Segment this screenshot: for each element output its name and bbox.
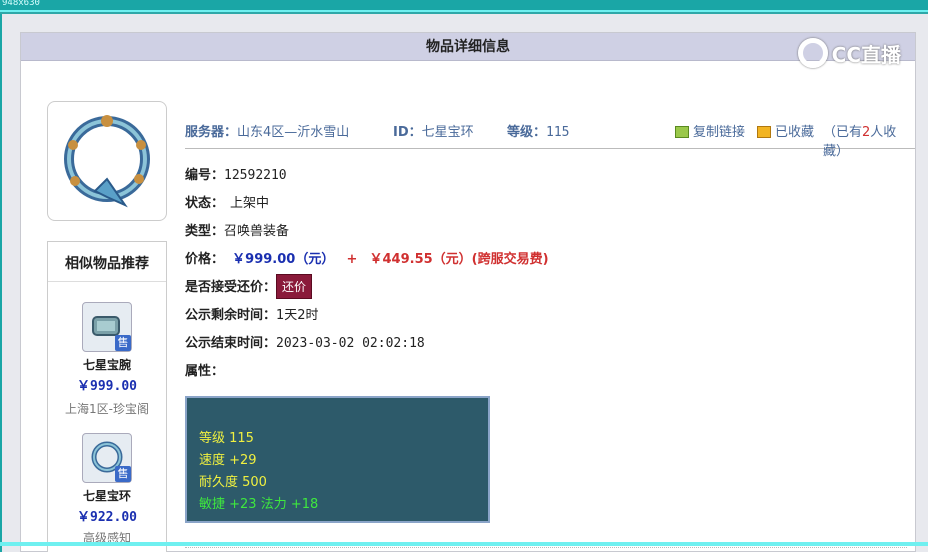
attr-level: 等级 115 xyxy=(199,431,254,446)
status-row: 状态： 上架中 xyxy=(185,192,269,211)
attr-durability: 耐久度 500 xyxy=(199,475,267,490)
end-time-row: 公示结束时间：2023-03-02 02:02:18 xyxy=(185,332,425,351)
favorite-button[interactable]: 已收藏 xyxy=(757,121,814,140)
price-value: ￥999.00（元） xyxy=(232,252,335,267)
type-row: 类型：召唤兽装备 xyxy=(185,220,289,239)
bargain-button[interactable]: 还价 xyxy=(276,274,313,299)
type-label: 类型： xyxy=(185,224,225,239)
server-label: 服务器： xyxy=(185,125,238,140)
status-label: 状态： xyxy=(185,196,225,211)
server-info: 服务器：山东4区—沂水雪山 xyxy=(185,121,349,140)
top-bar: 948x630 xyxy=(0,0,928,12)
remaining-label: 公示剩余时间： xyxy=(185,308,277,323)
price-label: 价格： xyxy=(185,252,225,267)
price-row: 价格： ￥999.00（元） + ￥449.55（元）(跨服交易费) xyxy=(185,248,549,267)
remaining-time-row: 公示剩余时间：1天2时 xyxy=(185,304,319,323)
ring-thumb[interactable]: 售 xyxy=(82,433,132,483)
remaining-value: 1天2时 xyxy=(276,308,319,323)
number-label: 编号： xyxy=(185,168,225,183)
attributes-row: 属性： xyxy=(185,360,224,379)
recommendation-name[interactable]: 七星宝腕 xyxy=(48,356,166,373)
favorite-count: （已有2人收藏） xyxy=(823,121,915,159)
logo-ring-icon xyxy=(797,38,828,68)
price-plus: + xyxy=(346,252,358,267)
copy-link-icon xyxy=(675,126,689,138)
attributes-box: 等级 115 速度 +29 耐久度 500 敏捷 +23 法力 +18 xyxy=(185,396,490,523)
end-time-label: 公示结束时间： xyxy=(185,336,277,351)
fav-count-pre: （已有 xyxy=(823,125,863,140)
level-info: 等级：115 xyxy=(507,121,570,140)
level-value: 115 xyxy=(546,125,570,140)
recommendation-name[interactable]: 七星宝环 xyxy=(48,487,166,504)
recommendation-server: 上海1区-珍宝阁 xyxy=(65,402,149,416)
recommendation-item[interactable]: 售 七星宝环 ￥922.00 高级感知 xyxy=(48,433,166,546)
page-frame: 物品详细信息 CC直播 相似物品推荐 售 七星宝腕 ￥999.00 上海1区-珍… xyxy=(0,14,928,552)
item-header-info: 服务器：山东4区—沂水雪山 ID：七星宝环 等级：115 复制链接 已收藏 （已… xyxy=(185,111,915,159)
item-detail-panel: 物品详细信息 CC直播 相似物品推荐 售 七星宝腕 ￥999.00 上海1区-珍… xyxy=(20,32,916,552)
id-label: ID： xyxy=(393,125,422,140)
attr-speed: 速度 +29 xyxy=(199,453,257,468)
cross-server-fee: ￥449.55（元）(跨服交易费) xyxy=(369,252,549,267)
copy-link-button[interactable]: 复制链接 xyxy=(675,121,745,140)
id-value: 七星宝环 xyxy=(421,125,474,140)
for-sale-badge: 售 xyxy=(115,335,131,351)
attributes-label: 属性： xyxy=(185,364,225,379)
attr-agility-mana: 敏捷 +23 法力 +18 xyxy=(199,497,319,512)
favorite-label: 已收藏 xyxy=(775,125,815,140)
ring-item-icon xyxy=(64,115,150,208)
level-label: 等级： xyxy=(507,125,547,140)
panel-title: 物品详细信息 xyxy=(21,33,915,61)
number-value: 12592210 xyxy=(224,168,287,183)
sidebar-title: 相似物品推荐 xyxy=(48,242,166,282)
dimension-overlay: 948x630 xyxy=(2,0,40,8)
recommendation-price: ￥922.00 xyxy=(77,510,137,525)
server-value: 山东4区—沂水雪山 xyxy=(237,125,350,140)
end-time-value: 2023-03-02 02:02:18 xyxy=(276,336,425,351)
cc-live-logo: CC直播 xyxy=(797,35,901,71)
for-sale-badge: 售 xyxy=(115,466,131,482)
copy-link-label: 复制链接 xyxy=(693,125,746,140)
bracer-item-icon[interactable]: 售 xyxy=(82,302,132,352)
logo-text: CC直播 xyxy=(831,42,901,67)
item-number-row: 编号：12592210 xyxy=(185,164,287,183)
recommendation-price: ￥999.00 xyxy=(77,379,137,394)
item-image xyxy=(47,101,167,221)
id-info: ID：七星宝环 xyxy=(393,121,474,140)
bottom-bar xyxy=(0,542,928,546)
bargain-row: 是否接受还价： 还价 xyxy=(185,274,313,299)
divider xyxy=(185,547,907,548)
bargain-label: 是否接受还价： xyxy=(185,280,277,295)
favorite-folder-icon xyxy=(757,126,771,138)
type-value: 召唤兽装备 xyxy=(224,224,290,239)
recommendation-item[interactable]: 售 七星宝腕 ￥999.00 上海1区-珍宝阁 xyxy=(48,302,166,417)
similar-items-sidebar: 相似物品推荐 售 七星宝腕 ￥999.00 上海1区-珍宝阁 售 七星宝环 ￥9… xyxy=(47,241,167,552)
status-value: 上架中 xyxy=(230,196,270,211)
